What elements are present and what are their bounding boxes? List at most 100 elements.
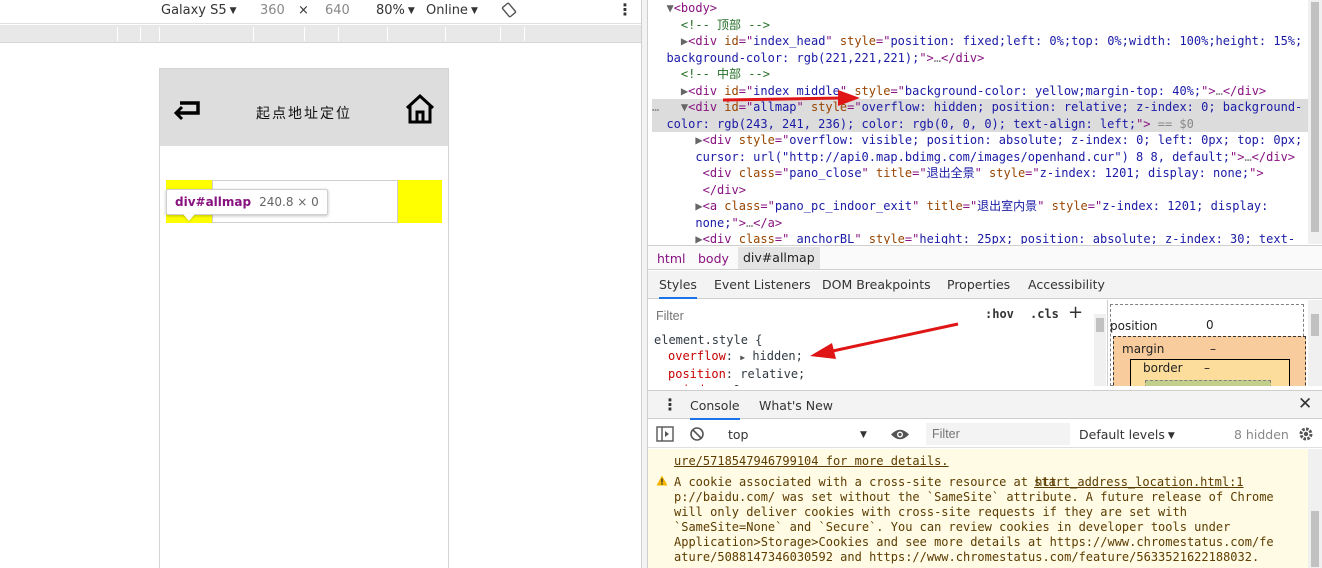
- tab-properties[interactable]: Properties: [947, 277, 1010, 292]
- property-value[interactable]: relative;: [740, 367, 805, 381]
- device-select[interactable]: Galaxy S5 ▼: [161, 3, 237, 18]
- node-actions-icon[interactable]: …: [652, 100, 666, 114]
- height-input[interactable]: 640: [325, 3, 350, 18]
- console-text[interactable]: ure/5718547946799104 for more details.: [674, 454, 949, 468]
- drawer-tabs: ⋮ Console What's New ✕: [648, 390, 1322, 420]
- dom-node-line[interactable]: ▶<div class=" anchorBL" style="height: 2…: [652, 231, 1322, 244]
- box-model-padding: [1145, 380, 1271, 386]
- console-scrollbar[interactable]: [1308, 449, 1322, 568]
- dom-token: anchorBL: [789, 232, 855, 244]
- ruler-divider: [140, 27, 141, 41]
- expand-triangle-open-icon[interactable]: ▼: [666, 1, 673, 15]
- style-property[interactable]: z-index: 0;: [654, 382, 805, 386]
- hov-toggle[interactable]: :hov: [985, 307, 1014, 321]
- expand-triangle-icon[interactable]: [695, 183, 702, 197]
- new-rule-button[interactable]: +: [1068, 302, 1083, 323]
- caret-down-icon[interactable]: ▼: [860, 430, 867, 440]
- tab-dom-breakpoints[interactable]: DOM Breakpoints: [822, 277, 931, 292]
- drawer-menu-icon[interactable]: ⋮: [662, 395, 678, 414]
- tab-event-listeners[interactable]: Event Listeners: [714, 277, 811, 292]
- dom-node-line[interactable]: ▼<body>: [652, 0, 1322, 17]
- styles-pane: :hov .cls + element.style { overflow: ▶ …: [648, 300, 1106, 386]
- dom-node-line[interactable]: ▶<div id="index_middle" style="backgroun…: [652, 83, 1322, 100]
- property-name[interactable]: z-index: [668, 383, 719, 386]
- dom-token: background-color: rgb(221,221,221);: [666, 50, 920, 65]
- zoom-select[interactable]: 80% ▼: [376, 3, 415, 18]
- box-model-scrollbar[interactable]: [1308, 300, 1322, 386]
- expand-triangle-icon[interactable]: ▶: [695, 232, 702, 244]
- source-link-text[interactable]: start_address_location.html:1: [1034, 475, 1244, 489]
- scroll-thumb[interactable]: [1096, 318, 1104, 332]
- dom-node-line[interactable]: background-color: rgb(221,221,221);">…</…: [652, 50, 1322, 67]
- dom-node-line[interactable]: ▶<div style="overflow: visible; position…: [652, 132, 1322, 149]
- context-value: top: [728, 427, 749, 442]
- dom-node-line[interactable]: <div class="pano_close" title="退出全景" sty…: [652, 165, 1322, 182]
- position-value[interactable]: 0: [1206, 318, 1214, 332]
- dom-token: 退出室内景: [977, 199, 1038, 213]
- dom-node-line[interactable]: … ▼<div id="allmap" style="overflow: hid…: [652, 99, 1322, 116]
- home-icon[interactable]: [404, 93, 436, 125]
- dom-node-line[interactable]: </div>: [652, 182, 1322, 199]
- scroll-thumb[interactable]: [1311, 511, 1319, 567]
- dom-token: class: [738, 166, 775, 180]
- style-property[interactable]: overflow: ▶ hidden;: [654, 348, 805, 366]
- dom-token: =": [904, 232, 920, 244]
- more-options-icon[interactable]: ⋮: [617, 0, 633, 19]
- width-input[interactable]: 360: [260, 3, 285, 18]
- breadcrumb-html[interactable]: html: [657, 251, 685, 266]
- scroll-thumb[interactable]: [1311, 314, 1319, 336]
- breadcrumb-div-allmap[interactable]: div#allmap: [738, 247, 820, 269]
- dom-token: style: [868, 232, 905, 244]
- network-select[interactable]: Online ▼: [426, 3, 478, 18]
- gear-icon[interactable]: [1298, 426, 1314, 442]
- media-query-ruler[interactable]: [0, 25, 641, 43]
- property-value[interactable]: hidden;: [752, 349, 803, 363]
- breadcrumb-body[interactable]: body: [698, 251, 729, 266]
- dom-node-line[interactable]: color: rgb(243, 241, 236); color: rgb(0,…: [652, 115, 1322, 132]
- dom-node-line[interactable]: ▶<a class="pano_pc_indoor_exit" title="退…: [652, 198, 1322, 215]
- dom-node-line[interactable]: cursor: url("http://api0.map.bdimg.com/i…: [652, 149, 1322, 166]
- rotate-icon[interactable]: [501, 2, 517, 18]
- dom-token: <div: [702, 232, 739, 244]
- property-name[interactable]: position: [668, 367, 726, 381]
- expand-triangle-icon[interactable]: ▶: [695, 199, 702, 213]
- dom-token: id: [724, 34, 739, 48]
- property-value[interactable]: 0;: [733, 383, 747, 386]
- dom-node-line[interactable]: <!-- 顶部 -->: [652, 17, 1322, 34]
- dom-token: =": [738, 83, 754, 98]
- tab-whats-new[interactable]: What's New: [759, 398, 833, 413]
- tab-accessibility[interactable]: Accessibility: [1028, 277, 1105, 292]
- context-select[interactable]: top: [728, 427, 748, 442]
- styles-scrollbar[interactable]: [1094, 314, 1106, 386]
- clear-console-icon[interactable]: [689, 426, 705, 442]
- tab-styles[interactable]: Styles: [659, 277, 697, 299]
- styles-filter-input[interactable]: [652, 306, 972, 326]
- dom-node-line[interactable]: none;">…</a>: [652, 215, 1322, 232]
- live-expression-eye-icon[interactable]: [890, 428, 910, 441]
- tab-console[interactable]: Console: [690, 398, 740, 420]
- property-name[interactable]: overflow: [668, 349, 726, 363]
- scroll-thumb[interactable]: [1311, 2, 1319, 232]
- warning-icon: [656, 475, 668, 486]
- style-property[interactable]: position: relative;: [654, 366, 805, 382]
- dom-token: title: [926, 199, 963, 213]
- log-levels-select[interactable]: Default levels ▼: [1079, 427, 1175, 442]
- expand-shorthand-icon[interactable]: ▶: [740, 353, 745, 362]
- sidebar-toggle-icon[interactable]: [656, 426, 674, 442]
- panel-splitter[interactable]: [641, 0, 648, 568]
- dom-token: =": [738, 100, 754, 114]
- margin-value[interactable]: –: [1210, 342, 1216, 356]
- cls-toggle[interactable]: .cls: [1030, 307, 1059, 321]
- dom-node-line[interactable]: ▶<div id="index_head" style="position: f…: [652, 33, 1322, 50]
- close-drawer-icon[interactable]: ✕: [1298, 394, 1312, 414]
- dom-node-line[interactable]: <!-- 中部 -->: [652, 66, 1322, 83]
- console-filter-input[interactable]: [926, 423, 1070, 445]
- message-source-link[interactable]: start_address_location.html:1: [1034, 475, 1244, 490]
- expand-triangle-icon[interactable]: ▶: [695, 133, 702, 147]
- expand-triangle-icon[interactable]: [695, 166, 702, 180]
- dom-token: ": [1037, 199, 1052, 213]
- dom-token: style: [839, 34, 876, 48]
- elements-scrollbar[interactable]: [1308, 0, 1322, 244]
- border-value[interactable]: –: [1204, 361, 1210, 375]
